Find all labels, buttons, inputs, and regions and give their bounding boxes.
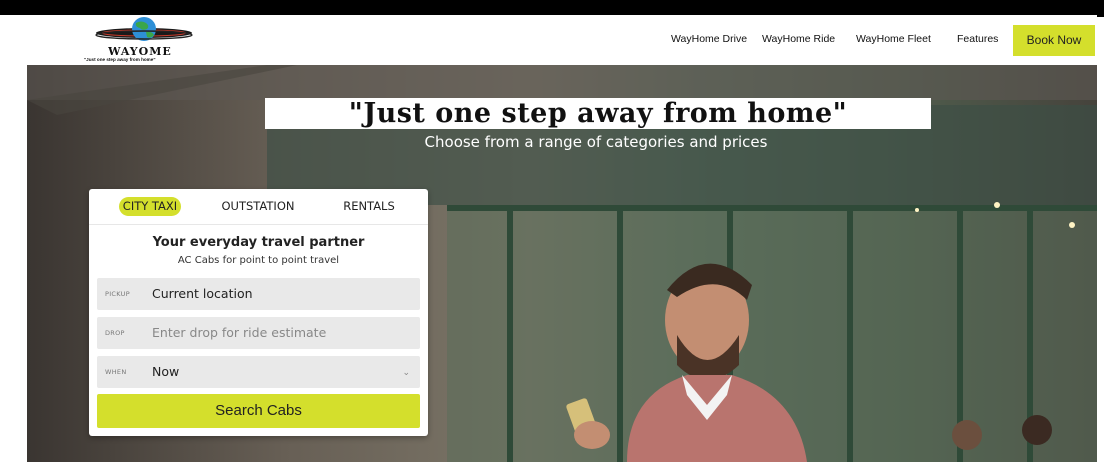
pickup-label: PICKUP <box>105 290 130 298</box>
booking-subtitle: AC Cabs for point to point travel <box>177 255 340 266</box>
when-label: WHEN <box>105 368 127 376</box>
tab-city-taxi[interactable]: CITY TAXI <box>119 197 181 216</box>
nav-wayhome-fleet[interactable]: WayHome Fleet <box>856 15 931 65</box>
booking-card: CITY TAXI OUTSTATION RENTALS Your everyd… <box>89 189 428 436</box>
booking-tabs: CITY TAXI OUTSTATION RENTALS <box>89 189 428 225</box>
site-header: WAYOME "Just one step away from home" Wa… <box>27 15 1097 65</box>
hero-subheadline: Choose from a range of categories and pr… <box>424 133 768 151</box>
pickup-input[interactable]: Current location <box>152 278 253 310</box>
drop-input[interactable]: Enter drop for ride estimate <box>152 317 326 349</box>
tab-rentals[interactable]: RENTALS <box>337 197 401 216</box>
booking-title: Your everyday travel partner <box>152 235 365 250</box>
chevron-down-icon[interactable]: ⌄ <box>402 356 410 388</box>
left-margin <box>0 15 27 462</box>
drop-field[interactable]: DROP Enter drop for ride estimate <box>97 317 420 349</box>
book-now-button[interactable]: Book Now <box>1013 25 1095 56</box>
tab-outstation[interactable]: OUTSTATION <box>211 197 305 216</box>
drop-label: DROP <box>105 329 125 337</box>
when-field[interactable]: WHEN Now ⌄ <box>97 356 420 388</box>
nav-wayhome-ride[interactable]: WayHome Ride <box>762 15 835 65</box>
search-cabs-button[interactable]: Search Cabs <box>97 394 420 428</box>
nav-wayhome-drive[interactable]: WayHome Drive <box>671 15 747 65</box>
when-select[interactable]: Now <box>152 356 179 388</box>
right-margin <box>1097 17 1104 462</box>
pickup-field[interactable]: PICKUP Current location <box>97 278 420 310</box>
site-logo[interactable]: WAYOME "Just one step away from home" <box>84 15 196 65</box>
hero-headline: "Just one step away from home" <box>265 98 931 129</box>
logo-tagline: "Just one step away from home" <box>84 57 156 62</box>
nav-features[interactable]: Features <box>957 15 998 65</box>
globe-logo-icon <box>95 17 193 41</box>
top-black-bar <box>0 0 526 15</box>
